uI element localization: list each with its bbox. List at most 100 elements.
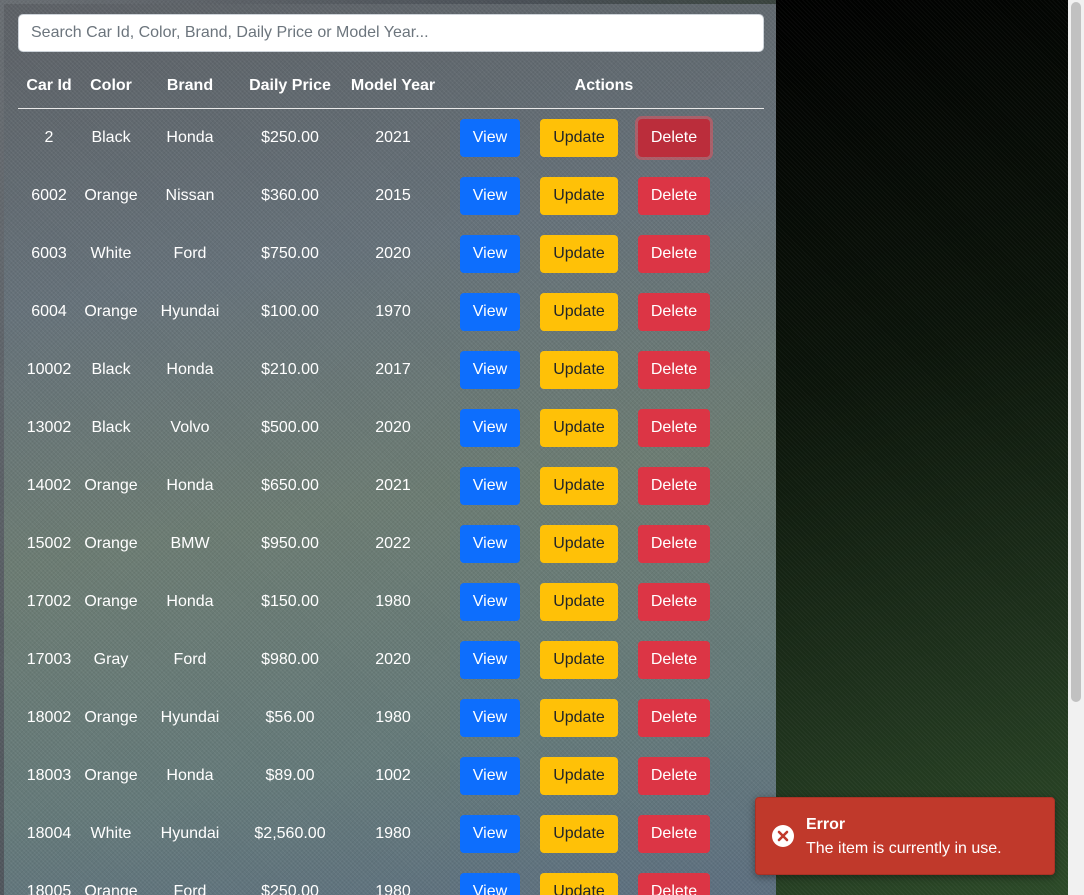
delete-button[interactable]: Delete [638, 177, 710, 215]
update-button[interactable]: Update [540, 177, 618, 215]
cell-model-year: 2020 [375, 245, 411, 262]
update-button[interactable]: Update [540, 235, 618, 273]
header-daily-price: Daily Price [238, 64, 342, 109]
cell-actions: View Update Delete [444, 283, 764, 341]
header-car-id: Car Id [18, 64, 80, 109]
delete-button[interactable]: Delete [638, 641, 710, 679]
update-button[interactable]: Update [540, 699, 618, 737]
view-button[interactable]: View [460, 467, 520, 505]
header-actions: Actions [444, 64, 764, 109]
update-button[interactable]: Update [540, 409, 618, 447]
cell-brand: BMW [170, 535, 210, 552]
cell-brand: Hyundai [160, 825, 220, 842]
cell-daily-price: $89.00 [265, 767, 315, 784]
table-row: 6002 Orange Nissan $360.00 2015 View Update Del… [18, 167, 764, 225]
view-button[interactable]: View [460, 641, 520, 679]
cell-car-id: 10002 [26, 361, 72, 378]
table-row: 13002 Black Volvo $500.00 2020 View Update Dele… [18, 399, 764, 457]
cell-car-id: 18005 [26, 883, 72, 895]
cell-model-year: 2021 [375, 477, 411, 494]
cell-model-year: 1980 [375, 825, 411, 842]
update-button[interactable]: Update [540, 525, 618, 563]
view-button[interactable]: View [460, 235, 520, 273]
update-button[interactable]: Update [540, 467, 618, 505]
delete-button[interactable]: Delete [638, 525, 710, 563]
cell-actions: View Update Delete [444, 109, 764, 168]
cell-actions: View Update Delete [444, 573, 764, 631]
header-brand: Brand [142, 64, 238, 109]
update-button[interactable]: Update [540, 583, 618, 621]
cell-brand: Hyundai [160, 303, 220, 320]
cell-car-id: 18003 [26, 767, 72, 784]
delete-button[interactable]: Delete [638, 293, 710, 331]
toast-title: Error [806, 816, 846, 833]
cell-model-year: 2017 [375, 361, 411, 378]
view-button[interactable]: View [460, 525, 520, 563]
update-button[interactable]: Update [540, 351, 618, 389]
delete-button[interactable]: Delete [638, 467, 710, 505]
update-button[interactable]: Update [540, 293, 618, 331]
cell-car-id: 6003 [31, 245, 67, 262]
search-input[interactable] [18, 14, 764, 52]
cell-brand: Ford [173, 651, 207, 668]
cell-color: Orange [84, 883, 138, 895]
table-row: 17002 Orange Honda $150.00 1980 View Update Del… [18, 573, 764, 631]
view-button[interactable]: View [460, 815, 520, 853]
cell-model-year: 1980 [375, 593, 411, 610]
cell-color: Black [91, 419, 131, 436]
cell-daily-price: $950.00 [261, 535, 319, 552]
table-row: 6004 Orange Hyundai $100.00 1970 View Update De… [18, 283, 764, 341]
table-body: 2 Black Honda $250.00 2021 View Update Delete 60… [18, 109, 764, 895]
delete-button[interactable]: Delete [638, 815, 710, 853]
cell-color: Orange [84, 593, 138, 610]
cell-car-id: 2 [44, 129, 54, 146]
cell-color: Black [91, 361, 131, 378]
view-button[interactable]: View [460, 119, 520, 157]
cell-car-id: 18004 [26, 825, 72, 842]
delete-button[interactable]: Delete [638, 235, 710, 273]
table-row: 18005 Orange Ford $250.00 1980 View Update Dele… [18, 863, 764, 895]
update-button[interactable]: Update [540, 119, 618, 157]
delete-button[interactable]: Delete [638, 873, 710, 895]
view-button[interactable]: View [460, 293, 520, 331]
update-button[interactable]: Update [540, 873, 618, 895]
table-row: 18004 White Hyundai $2,560.00 1980 View Update… [18, 805, 764, 863]
delete-button[interactable]: Delete [638, 409, 710, 447]
delete-button[interactable]: Delete [638, 583, 710, 621]
delete-button[interactable]: Delete [638, 119, 710, 157]
cell-brand: Ford [173, 245, 207, 262]
cell-daily-price: $980.00 [261, 651, 319, 668]
view-button[interactable]: View [460, 351, 520, 389]
cell-brand: Hyundai [160, 709, 220, 726]
cell-brand: Honda [166, 361, 214, 378]
error-toast[interactable]: Error The item is currently in use. [755, 797, 1055, 875]
cell-daily-price: $750.00 [261, 245, 319, 262]
cell-model-year: 1970 [375, 303, 411, 320]
cell-color: Orange [84, 767, 138, 784]
cell-model-year: 2022 [375, 535, 411, 552]
update-button[interactable]: Update [540, 641, 618, 679]
view-button[interactable]: View [460, 699, 520, 737]
delete-button[interactable]: Delete [638, 757, 710, 795]
cell-actions: View Update Delete [444, 689, 764, 747]
cell-actions: View Update Delete [444, 515, 764, 573]
view-button[interactable]: View [460, 583, 520, 621]
update-button[interactable]: Update [540, 757, 618, 795]
view-button[interactable]: View [460, 873, 520, 895]
update-button[interactable]: Update [540, 815, 618, 853]
cell-daily-price: $210.00 [261, 361, 319, 378]
vertical-scrollbar[interactable] [1068, 0, 1084, 895]
cars-table: Car Id Color Brand Daily Price Model Yea… [18, 64, 764, 895]
view-button[interactable]: View [460, 409, 520, 447]
scrollbar-thumb[interactable] [1071, 2, 1081, 702]
delete-button[interactable]: Delete [638, 351, 710, 389]
right-background [776, 0, 1068, 895]
delete-button[interactable]: Delete [638, 699, 710, 737]
cell-daily-price: $250.00 [261, 129, 319, 146]
cell-car-id: 13002 [26, 419, 72, 436]
cell-actions: View Update Delete [444, 225, 764, 283]
cell-actions: View Update Delete [444, 457, 764, 515]
view-button[interactable]: View [460, 177, 520, 215]
cell-actions: View Update Delete [444, 747, 764, 805]
view-button[interactable]: View [460, 757, 520, 795]
